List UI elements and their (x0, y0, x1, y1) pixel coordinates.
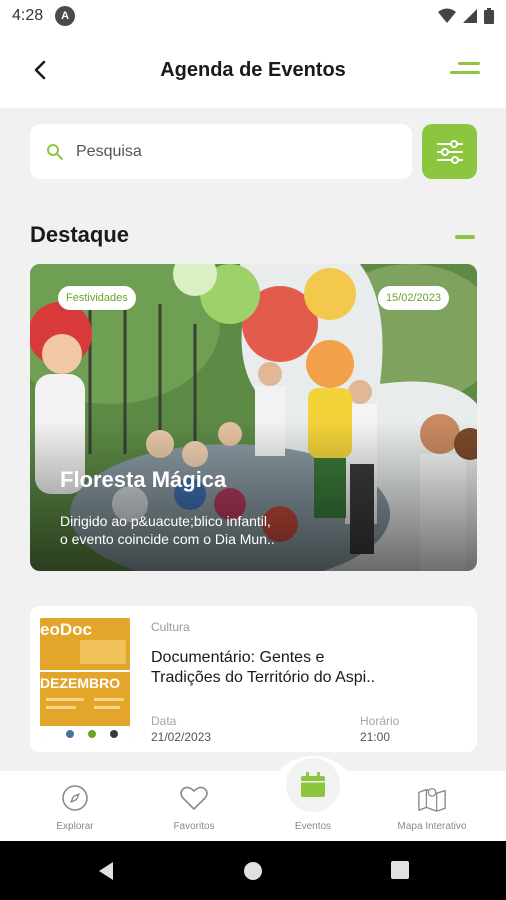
event-title-line: Documentário: Gentes e (151, 649, 325, 666)
battery-icon (484, 8, 494, 24)
poster-month-text: DEZEMBRO (40, 675, 120, 691)
menu-line-icon (458, 62, 480, 65)
event-card[interactable]: eoDoc DEZEMBRO Cultura Documentário: Gen… (30, 606, 477, 752)
back-arrow-icon (34, 60, 46, 80)
status-icons (438, 8, 494, 24)
signal-icon (463, 9, 477, 23)
event-category: Cultura (151, 620, 190, 634)
map-icon (418, 787, 446, 812)
nav-label-mapa-interativo: Mapa Interativo (397, 821, 467, 832)
event-date-label: Data (151, 714, 177, 728)
compass-icon (62, 785, 88, 811)
app-header: Agenda de Eventos (0, 32, 506, 108)
menu-button[interactable] (448, 62, 480, 78)
status-time: 4:28 (12, 7, 44, 24)
featured-description-line: Dirigido ao p&uacute;blico infantil, (60, 513, 271, 529)
nav-label-explorar: Explorar (56, 821, 94, 832)
featured-event-title: Floresta Mágica (60, 467, 227, 492)
system-home-icon[interactable] (243, 861, 263, 881)
nav-label-eventos: Eventos (294, 821, 332, 832)
event-title-line: Tradições do Território do Aspi.. (151, 669, 376, 686)
featured-date-badge: 15/02/2023 (377, 286, 449, 310)
featured-category-badge: Festividades (58, 286, 136, 310)
filter-sliders-icon (436, 139, 463, 164)
app-notification-icon: A (55, 6, 76, 26)
section-toggle[interactable] (455, 235, 475, 239)
event-thumbnail: eoDoc DEZEMBRO (40, 618, 130, 743)
event-poster-image: eoDoc DEZEMBRO (40, 618, 130, 743)
nav-label-favoritos: Favoritos (173, 821, 215, 832)
wifi-icon (438, 8, 456, 23)
system-recents-icon[interactable] (391, 861, 409, 879)
nav-item-mapa-interativo[interactable]: Mapa Interativo (372, 771, 492, 841)
search-icon (47, 143, 63, 160)
system-navigation-bar (0, 841, 506, 900)
featured-description-line: o evento coincide com o Dia Mun.. (60, 531, 275, 547)
featured-event-card[interactable]: Festividades 15/02/2023 Floresta Mágica … (30, 264, 477, 571)
filter-button[interactable] (422, 124, 477, 179)
menu-line-icon (450, 71, 480, 74)
status-bar: 4:28 A (0, 0, 506, 32)
event-title: Documentário: Gentes e Tradições do Terr… (151, 648, 451, 688)
poster-heading-text: eoDoc (40, 620, 92, 639)
page-title: Agenda de Eventos (160, 58, 346, 81)
nav-item-favoritos[interactable]: Favoritos (134, 771, 254, 841)
search-bar (30, 124, 412, 179)
bottom-navigation: Explorar Favoritos Eventos Mapa Interati… (0, 771, 506, 841)
events-fab-button[interactable] (286, 758, 340, 812)
featured-event-description: Dirigido ao p&uacute;blico infantil, o e… (60, 512, 320, 548)
event-time-value: 21:00 (360, 730, 391, 744)
calendar-icon (301, 772, 325, 797)
hero-gradient-overlay (30, 421, 477, 571)
nav-item-explorar[interactable]: Explorar (15, 771, 135, 841)
heart-icon (180, 786, 208, 810)
back-button[interactable] (26, 56, 54, 84)
event-date-value: 21/02/2023 (151, 730, 212, 744)
system-back-icon[interactable] (97, 861, 115, 881)
search-input[interactable] (76, 142, 376, 161)
section-title-featured: Destaque (30, 222, 130, 247)
event-time-label: Horário (360, 714, 400, 728)
